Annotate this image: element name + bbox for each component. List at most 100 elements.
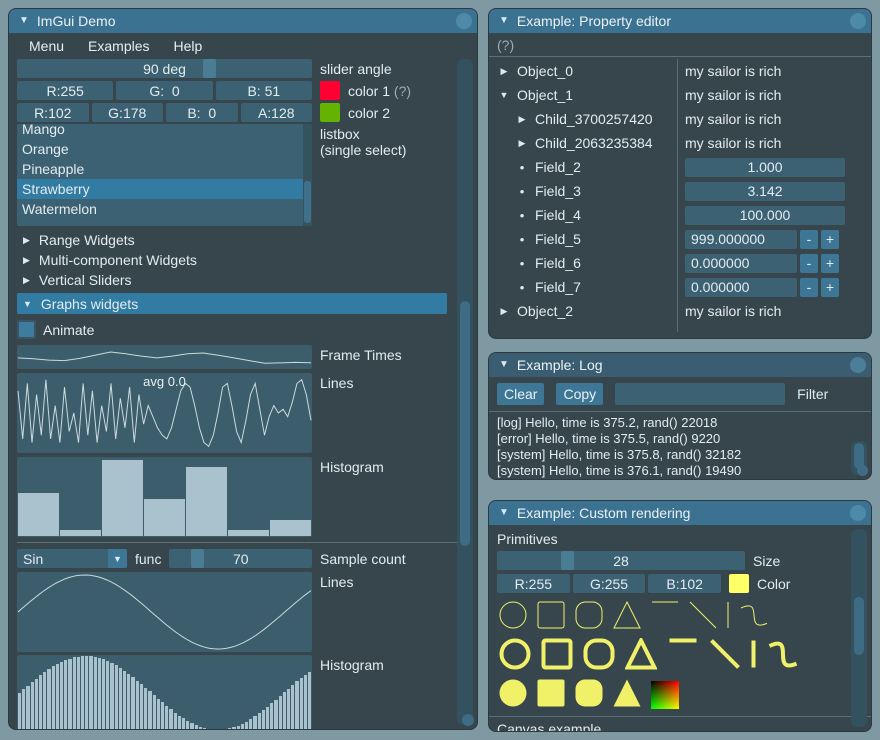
decrement-button[interactable]: - (800, 254, 818, 273)
color-component-b[interactable]: B:102 (648, 574, 721, 593)
listbox-item-watermelon[interactable]: Watermelon (17, 199, 303, 219)
close-button[interactable] (850, 357, 866, 373)
property-node[interactable]: ▶Child_3700257420 (489, 111, 677, 127)
property-node[interactable]: ▼Object_1 (489, 87, 677, 103)
histogram-bar (85, 656, 88, 730)
color2-component-a[interactable]: A:128 (241, 103, 313, 122)
drag-float-field[interactable]: 100.000 (685, 206, 845, 225)
close-button[interactable] (850, 13, 866, 29)
slider-grab[interactable] (561, 551, 574, 570)
resize-grip[interactable] (857, 465, 868, 476)
histogram-bar (106, 661, 109, 730)
plot-histogram-sine (17, 655, 312, 730)
window-scrollbar[interactable] (851, 529, 867, 727)
rect-rounded-shape (575, 679, 603, 710)
property-node[interactable]: ▶Child_2063235384 (489, 135, 677, 151)
property-node[interactable]: •Field_5 (489, 231, 677, 247)
scrollbar-grab[interactable] (854, 597, 864, 655)
color1-component-b[interactable]: B: 51 (216, 81, 312, 100)
histogram-bar (148, 691, 151, 730)
combo-arrow-button[interactable]: ▼ (108, 549, 127, 568)
listbox-scrollbar[interactable] (303, 124, 312, 226)
collapse-arrow-icon[interactable]: ▼ (499, 508, 509, 518)
color2-component-r[interactable]: R:102 (17, 103, 89, 122)
property-node[interactable]: ▶Object_0 (489, 63, 677, 79)
color-component-r[interactable]: R:255 (497, 574, 570, 593)
menu-menu[interactable]: Menu (29, 38, 64, 54)
filter-input[interactable] (615, 383, 785, 405)
resize-grip[interactable] (462, 714, 474, 726)
decrement-button[interactable]: - (800, 278, 818, 297)
color2-component-g[interactable]: G:178 (92, 103, 164, 122)
clear-button[interactable]: Clear (497, 383, 544, 405)
close-button[interactable] (850, 505, 866, 521)
window-log: ▼ Example: Log Clear Copy Filter [log] H… (488, 352, 872, 480)
close-button[interactable] (456, 13, 472, 29)
size-slider[interactable]: 28 (497, 551, 745, 570)
property-node[interactable]: •Field_7 (489, 279, 677, 295)
listbox-item-strawberry[interactable]: Strawberry (17, 179, 303, 199)
property-editor-titlebar[interactable]: ▼ Example: Property editor (489, 9, 871, 33)
drag-float-field[interactable]: 1.000 (685, 158, 845, 177)
plot-label: Histogram (320, 655, 384, 673)
slider-grab[interactable] (203, 59, 216, 78)
histogram-bar (283, 692, 286, 730)
property-name: Field_2 (535, 159, 581, 175)
histogram-bar (102, 659, 105, 730)
circle-shape (499, 679, 527, 710)
collapsing-header-graphs-widgets[interactable]: ▼ Graphs widgets (17, 293, 447, 314)
increment-button[interactable]: + (821, 230, 839, 249)
drag-float-field[interactable]: 3.142 (685, 182, 845, 201)
custom-rendering-titlebar[interactable]: ▼ Example: Custom rendering (489, 501, 871, 525)
input-float-field[interactable]: 0.000000 (685, 278, 797, 297)
property-node[interactable]: •Field_3 (489, 183, 677, 199)
input-float-field[interactable]: 0.000000 (685, 254, 797, 273)
scrollbar-grab[interactable] (460, 301, 470, 546)
rect-rounded-shape (583, 638, 615, 673)
help-marker[interactable]: (?) (489, 33, 871, 56)
property-value-text: my sailor is rich (685, 87, 781, 103)
property-node[interactable]: ▶Object_2 (489, 303, 677, 319)
column-divider[interactable] (677, 59, 678, 332)
property-node[interactable]: •Field_6 (489, 255, 677, 271)
collapse-arrow-icon[interactable]: ▼ (499, 16, 509, 26)
collapse-arrow-icon[interactable]: ▼ (499, 360, 509, 370)
histogram-bar (157, 699, 160, 730)
plot-lines-sine (17, 572, 312, 652)
slider-angle[interactable]: 90 deg (17, 59, 312, 78)
func-combo[interactable]: Sin ▼ (17, 549, 127, 568)
animate-checkbox[interactable] (17, 320, 36, 339)
color1-component-g[interactable]: G: 0 (116, 81, 212, 100)
tree-node-multi-component-widgets[interactable]: ▶Multi-component Widgets (17, 250, 469, 270)
color1-component-r[interactable]: R:255 (17, 81, 113, 100)
listbox-scrollbar-grab[interactable] (304, 181, 311, 223)
color2-swatch[interactable] (320, 103, 340, 122)
listbox-item-pineapple[interactable]: Pineapple (17, 159, 303, 179)
log-titlebar[interactable]: ▼ Example: Log (489, 353, 871, 377)
menu-help[interactable]: Help (174, 38, 203, 54)
copy-button[interactable]: Copy (556, 383, 603, 405)
bullet-icon: • (517, 184, 527, 199)
listbox-item-mango[interactable]: Mango (17, 124, 303, 139)
increment-button[interactable]: + (821, 254, 839, 273)
histogram-bar (22, 689, 25, 730)
property-node[interactable]: •Field_4 (489, 207, 677, 223)
input-float-field[interactable]: 999.000000 (685, 230, 797, 249)
menu-examples[interactable]: Examples (88, 38, 149, 54)
property-node[interactable]: •Field_2 (489, 159, 677, 175)
increment-button[interactable]: + (821, 278, 839, 297)
color1-swatch[interactable] (320, 81, 340, 100)
collapse-arrow-icon: ▼ (23, 299, 32, 309)
color-component-g[interactable]: G:255 (573, 574, 646, 593)
listbox-item-orange[interactable]: Orange (17, 139, 303, 159)
imgui-demo-titlebar[interactable]: ▼ ImGui Demo (9, 9, 477, 33)
slider-grab[interactable] (191, 549, 204, 568)
collapse-arrow-icon[interactable]: ▼ (19, 16, 29, 26)
color2-component-b[interactable]: B: 0 (166, 103, 238, 122)
tree-node-vertical-sliders[interactable]: ▶Vertical Sliders (17, 270, 469, 290)
color-swatch[interactable] (729, 574, 749, 593)
sample-count-slider[interactable]: 70 (169, 549, 312, 568)
decrement-button[interactable]: - (800, 230, 818, 249)
tree-node-range-widgets[interactable]: ▶Range Widgets (17, 230, 469, 250)
window-scrollbar[interactable] (457, 59, 473, 725)
